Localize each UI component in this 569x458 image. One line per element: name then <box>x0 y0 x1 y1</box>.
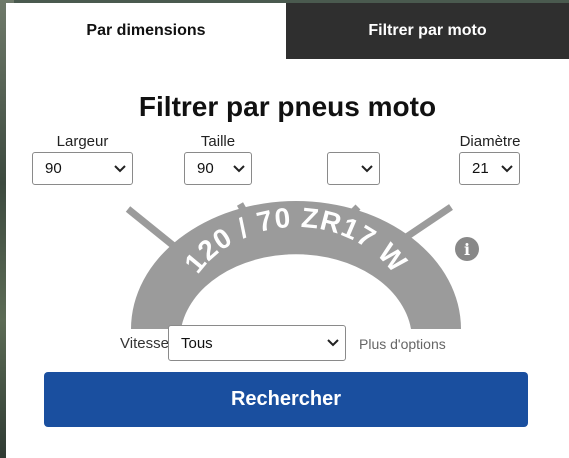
chevron-down-icon <box>327 337 339 349</box>
tire-sidewall-illustration: 120 / 70 ZR17 W <box>125 201 461 329</box>
tab-par-dimensions[interactable]: Par dimensions <box>6 3 286 59</box>
tab-filtrer-par-moto[interactable]: Filtrer par moto <box>286 3 569 59</box>
taille-label: Taille <box>200 133 236 150</box>
more-options-link[interactable]: Plus d'options <box>359 336 446 352</box>
vitesse-label: Vitesse <box>120 335 169 352</box>
construction-select[interactable] <box>327 152 380 185</box>
search-button[interactable]: Rechercher <box>44 372 528 427</box>
taille-select[interactable]: 90 <box>184 152 252 185</box>
diametre-select[interactable]: 21 <box>459 152 520 185</box>
tab-bar: Par dimensions Filtrer par moto <box>6 3 569 59</box>
vitesse-select[interactable]: Tous <box>168 325 346 361</box>
page-title: Filtrer par pneus moto <box>138 91 437 122</box>
largeur-value: 90 <box>45 160 62 177</box>
taille-value: 90 <box>197 160 214 177</box>
chevron-down-icon <box>114 163 126 175</box>
chevron-down-icon <box>361 163 373 175</box>
info-icon[interactable]: i <box>455 237 479 261</box>
diametre-label: Diamètre <box>459 133 521 150</box>
diametre-value: 21 <box>472 160 489 177</box>
largeur-select[interactable]: 90 <box>32 152 133 185</box>
vitesse-value: Tous <box>181 334 213 352</box>
largeur-label: Largeur <box>56 133 109 150</box>
chevron-down-icon <box>233 163 245 175</box>
tire-search-panel: Par dimensions Filtrer par moto Filtrer … <box>6 3 569 458</box>
chevron-down-icon <box>501 163 513 175</box>
